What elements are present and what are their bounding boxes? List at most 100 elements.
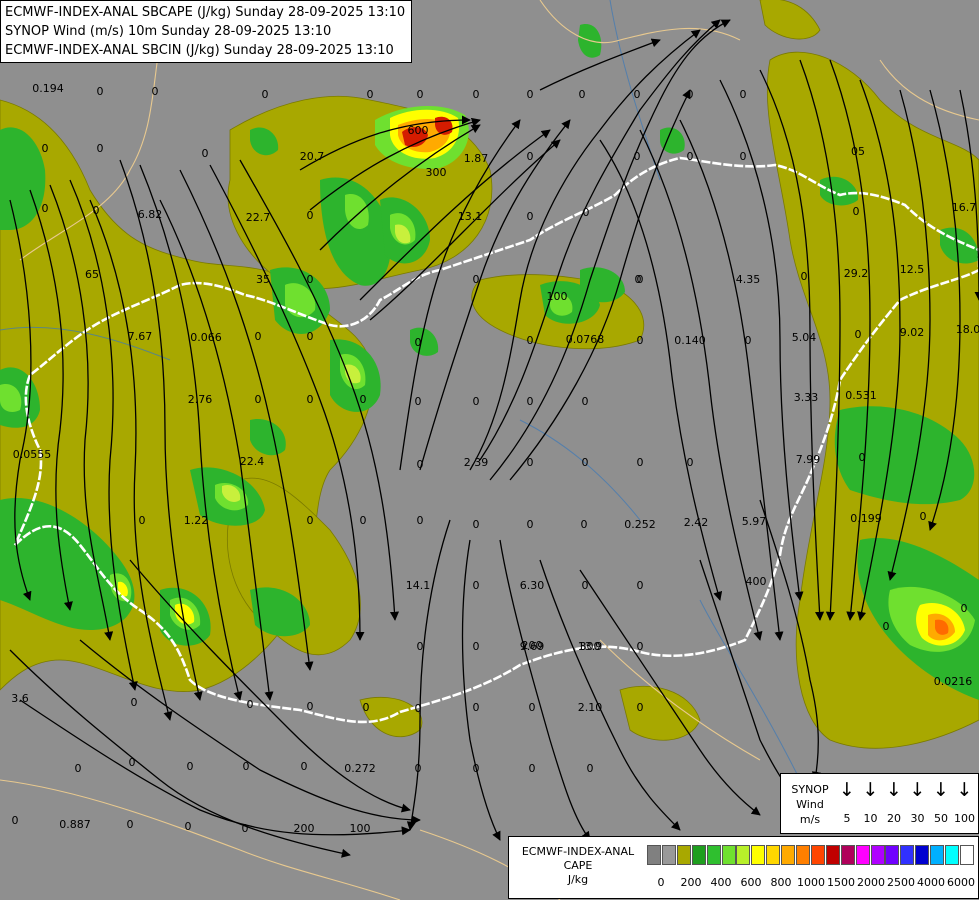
cape-legend-swatch (781, 845, 796, 865)
map-value-label: 20.7 (300, 150, 325, 163)
cape-legend-swatch (855, 845, 870, 865)
cape-legend-swatch (945, 845, 959, 865)
cape-legend-swatch (885, 845, 900, 865)
map-value-label: 400 (746, 575, 767, 588)
map-value-label: 29.2 (844, 267, 869, 280)
synop-legend-value: 20 (887, 812, 901, 825)
map-value-label: 65 (85, 268, 99, 281)
synop-legend-line1: SYNOP (791, 783, 829, 796)
map-value-label: 14.1 (406, 579, 431, 592)
cape-legend-swatch (810, 845, 825, 865)
map-value-label: 300 (580, 640, 601, 653)
map-value-label: 9.02 (900, 326, 925, 339)
map-value-label: 0 (473, 88, 480, 101)
map-value-label: 0 (473, 762, 480, 775)
map-value-label: 0 (307, 700, 314, 713)
map-value-label: 3.6 (11, 692, 29, 705)
cape-legend-swatch (676, 845, 691, 865)
map-value-label: 0 (740, 88, 747, 101)
synop-arrow-icon: ↓ (956, 779, 973, 801)
map-value-label: 6.30 (520, 579, 545, 592)
cape-legend-swatch (706, 845, 721, 865)
map-value-label: 0 (307, 209, 314, 222)
synop-legend-line3: m/s (799, 813, 821, 826)
map-value-label: 7.67 (128, 330, 153, 343)
map-value-label: 2.10 (578, 701, 603, 714)
map-value-label: 0 (127, 818, 134, 831)
map-value-label: 0.194 (32, 82, 64, 95)
map-value-label: 0 (582, 395, 589, 408)
map-value-label: 0 (634, 150, 641, 163)
map-value-label: 0.252 (624, 518, 656, 531)
map-value-label: 0 (473, 701, 480, 714)
map-value-label: 200 (294, 822, 315, 835)
map-value-label: 0 (637, 456, 644, 469)
title-box: ECMWF-INDEX-ANAL SBCAPE (J/kg) Sunday 28… (0, 0, 413, 63)
cape-legend-swatch (736, 845, 751, 865)
map-value-label: 5.04 (792, 331, 817, 344)
synop-wind-legend: SYNOP Wind m/s ↓ 5 ↓ 10 ↓ 20 ↓ 30 ↓ 50 ↓ 100 (780, 773, 979, 834)
map-value-label: 0.0216 (934, 675, 973, 688)
map-value-label: 0 (307, 330, 314, 343)
map-value-label: 4.35 (736, 273, 761, 286)
map-value-label: 0 (687, 88, 694, 101)
map-value-label: 0 (12, 814, 19, 827)
map-value-label: 0 (637, 334, 644, 347)
map-value-label: 0 (307, 393, 314, 406)
map-value-label: 0 (527, 456, 534, 469)
cape-legend-swatch (930, 845, 945, 865)
map-value-label: 0 (853, 205, 860, 218)
map-value-label: 0 (473, 640, 480, 653)
map-value-label: 600 (408, 124, 429, 137)
map-value-label: 0 (527, 395, 534, 408)
title-line-3: ECMWF-INDEX-ANAL SBCIN (J/kg) Sunday 28-… (5, 43, 394, 58)
map-value-label: 2.42 (684, 516, 709, 529)
map-value-label: 0 (42, 142, 49, 155)
map-value-label: 0 (920, 510, 927, 523)
map-value-label: 0 (42, 202, 49, 215)
cape-legend-swatch (840, 845, 855, 865)
map-value-label: 0 (740, 150, 747, 163)
map-value-label: 0 (360, 514, 367, 527)
title-line-1: ECMWF-INDEX-ANAL SBCAPE (J/kg) Sunday 28… (5, 5, 406, 20)
map-value-label: 0 (587, 762, 594, 775)
map-value-label: 0 (582, 456, 589, 469)
synop-arrow-icon: ↓ (933, 779, 949, 801)
map-value-label: 0 (687, 456, 694, 469)
map-value-label: 300 (426, 166, 447, 179)
map-value-label: 0 (97, 85, 104, 98)
map-value-label: 100 (547, 290, 568, 303)
synop-legend-value: 30 (910, 812, 925, 825)
map-value-label: 0 (581, 518, 588, 531)
map-value-label: 0 (202, 147, 209, 160)
map-value-label: 12.5 (900, 263, 925, 276)
map-value-label: 0 (415, 702, 422, 715)
map-value-label: 0 (582, 579, 589, 592)
map-value-label: 0.531 (845, 389, 877, 402)
cape-legend-swatch (647, 845, 661, 865)
map-value-label: 0 (243, 760, 250, 773)
synop-arrow-icon: ↓ (839, 779, 855, 801)
map-value-label: 22.4 (240, 455, 265, 468)
synop-legend-value: 50 (934, 812, 948, 825)
cape-legend-swatch (870, 845, 885, 865)
map-value-label: 0 (634, 88, 641, 101)
map-value-label: 0 (579, 88, 586, 101)
map-value-label: 0 (527, 334, 534, 347)
map-value-label: 3.33 (794, 391, 819, 404)
map-value-label: 0.272 (344, 762, 376, 775)
map-value-label: 13.1 (458, 210, 483, 223)
weather-map: 0.194 0 0 0 0 0 0 0 0 0 0 0 20.7 600 300 1.87 0 0 0 0 0 0 0 05 6… (0, 0, 979, 900)
synop-legend-value: 5 (843, 812, 851, 825)
cape-legend-swatch (691, 845, 706, 865)
map-value-label: 0 (417, 88, 424, 101)
map-value-label: 0 (247, 698, 254, 711)
map-value-label: 100 (350, 822, 371, 835)
map-value-label: 0 (745, 334, 752, 347)
map-value-label: 0 (97, 142, 104, 155)
map-value-label: 0 (129, 756, 136, 769)
map-value-label: 0.0768 (566, 333, 605, 346)
cape-legend-swatch (661, 845, 676, 865)
map-value-label: 0 (262, 88, 269, 101)
cape-legend-swatch (915, 845, 930, 865)
